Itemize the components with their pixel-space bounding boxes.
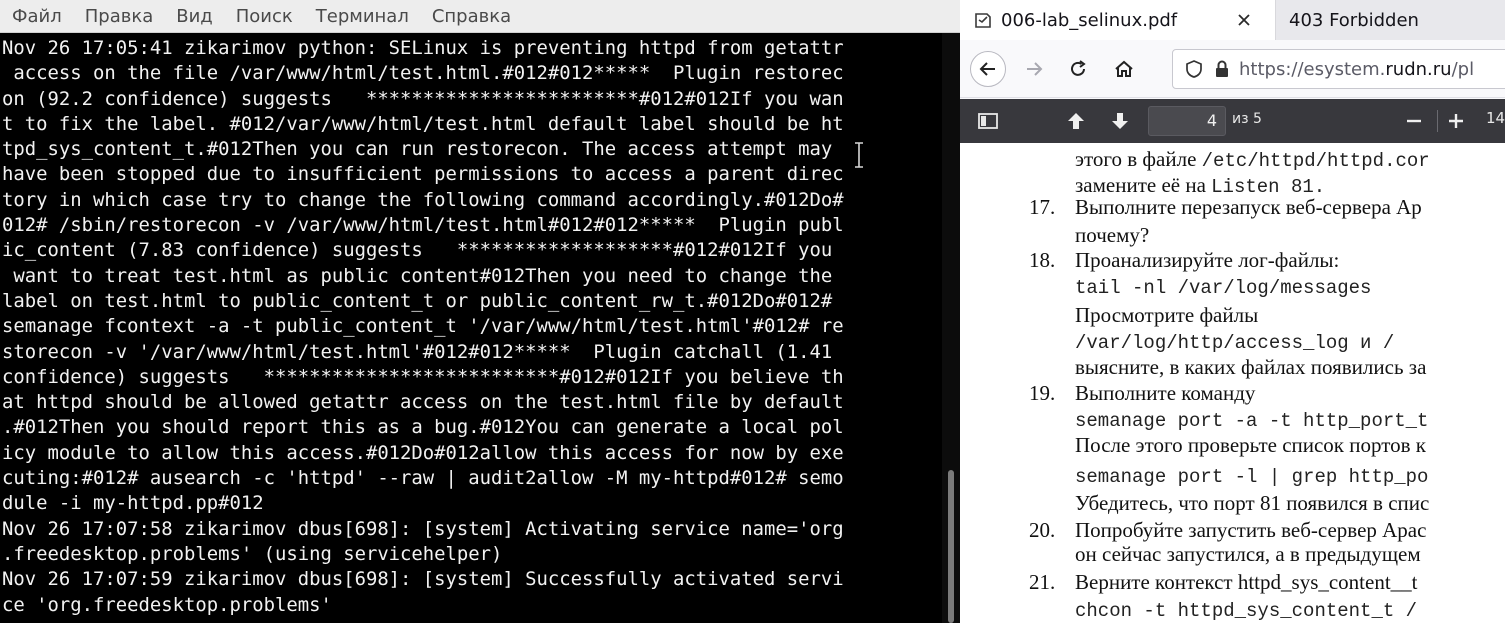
pdf-code-line: /var/log/http/access_log и / bbox=[1075, 332, 1395, 354]
terminal-line: on (92.2 confidence) suggests **********… bbox=[2, 87, 844, 110]
url-text: https://esystem.rudn.ru/pl bbox=[1239, 58, 1475, 80]
pdf-code-line: chcon -t httpd_sys_content_t / bbox=[1075, 600, 1418, 622]
reload-icon bbox=[1071, 60, 1086, 76]
pdf-text-line: Попробуйте запустить веб-сервер Арас bbox=[1075, 518, 1427, 542]
terminal-line: Nov 26 17:07:59 zikarimov dbus[698]: [sy… bbox=[2, 568, 844, 591]
menu-view[interactable]: Вид bbox=[176, 6, 213, 27]
minus-icon bbox=[1407, 119, 1421, 123]
sidebar-icon bbox=[978, 113, 998, 129]
page-count: из 5 bbox=[1232, 111, 1262, 127]
home-button[interactable] bbox=[1106, 51, 1142, 87]
terminal-window: Файл Правка Вид Поиск Терминал Справка N… bbox=[0, 0, 960, 623]
terminal-lines: Nov 26 17:05:41 zikarimov python: SELinu… bbox=[2, 36, 942, 618]
pdf-list-number: 18. bbox=[1029, 248, 1056, 272]
pdf-list-number: 19. bbox=[1029, 381, 1056, 405]
back-button[interactable] bbox=[970, 51, 1006, 87]
pdf-list-number: 21. bbox=[1029, 570, 1056, 594]
forward-button[interactable] bbox=[1016, 51, 1052, 87]
terminal-line: want to treat test.html as public conten… bbox=[2, 264, 833, 287]
terminal-line: dule -i my-httpd.pp#012 bbox=[2, 492, 264, 515]
pdf-toolbar: 4 из 5 14 bbox=[960, 99, 1505, 143]
zoom-out-button[interactable] bbox=[1398, 105, 1430, 137]
terminal-line: storecon -v '/var/www/html/test.html'#01… bbox=[2, 340, 833, 363]
pdf-text-line: почему? bbox=[1075, 223, 1150, 247]
tab-403-forbidden[interactable]: 403 Forbidden bbox=[1276, 0, 1505, 40]
reload-button[interactable] bbox=[1060, 51, 1096, 87]
terminal-line: at httpd should be allowed getattr acces… bbox=[2, 391, 844, 414]
pdf-text-line: Выполните команду bbox=[1075, 381, 1256, 405]
pdf-code-line: tail -nl /var/log/messages bbox=[1075, 277, 1372, 299]
browser-window: 006-lab_selinux.pdf 403 Forbidden https:… bbox=[960, 0, 1505, 623]
terminal-line: .freedesktop.problems' (using servicehel… bbox=[2, 542, 503, 565]
terminal-menubar: Файл Правка Вид Поиск Терминал Справка bbox=[0, 0, 960, 33]
terminal-line: cuting:#012# ausearch -c 'httpd' --raw |… bbox=[2, 467, 844, 490]
terminal-line: have been stopped due to insufficient pe… bbox=[2, 163, 844, 186]
home-icon bbox=[1115, 60, 1133, 77]
pdf-text-line: После этого проверьте список портов к bbox=[1075, 433, 1426, 457]
terminal-line: Nov 26 17:05:41 zikarimov python: SELinu… bbox=[2, 37, 844, 59]
tab-title: 403 Forbidden bbox=[1289, 9, 1419, 31]
terminal-line: .#012Then you should report this as a bu… bbox=[2, 416, 844, 439]
menu-help[interactable]: Справка bbox=[432, 6, 511, 27]
terminal-scrollbar-thumb[interactable] bbox=[948, 470, 954, 623]
terminal-line: tory in which case try to change the fol… bbox=[2, 188, 844, 211]
arrow-up-icon bbox=[1068, 113, 1084, 129]
plus-icon bbox=[1449, 114, 1463, 128]
previous-page-button[interactable] bbox=[1060, 105, 1092, 137]
terminal-line: access on the file /var/www/html/test.ht… bbox=[2, 62, 844, 85]
menu-file[interactable]: Файл bbox=[12, 6, 62, 27]
pdf-text-line: этого в файле /etc/httpd/httpd.cor bbox=[1075, 147, 1430, 172]
zoom-in-button[interactable] bbox=[1440, 105, 1472, 137]
page-number-input[interactable]: 4 bbox=[1148, 106, 1226, 136]
pdf-list-number: 17. bbox=[1029, 195, 1056, 219]
document-icon bbox=[973, 10, 993, 30]
pdf-page: этого в файле /etc/httpd/httpd.cor замени… bbox=[960, 143, 1505, 623]
terminal-output[interactable]: Nov 26 17:05:41 zikarimov python: SELinu… bbox=[2, 36, 942, 623]
pdf-text-line: Проанализируйте лог-файлы: bbox=[1075, 248, 1340, 272]
terminal-line: label on test.html to public_content_t o… bbox=[2, 289, 833, 312]
terminal-line: tpd_sys_content_t.#012Then you can run r… bbox=[2, 138, 844, 161]
terminal-line: icy module to allow this access.#012Do#0… bbox=[2, 441, 844, 464]
pdf-code-line: semanage port -a -t http_port_t bbox=[1075, 410, 1429, 432]
i-beam-cursor-icon bbox=[855, 142, 863, 168]
pdf-text-line: Просмотрите файлы bbox=[1075, 303, 1259, 327]
terminal-line: ce 'org.freedesktop.problems' bbox=[2, 593, 332, 616]
pdf-text-line: он сейчас запустился, а в предыдущем bbox=[1075, 542, 1421, 566]
pdf-text-line: выясните, в каких файлах появились за bbox=[1075, 355, 1427, 379]
arrow-left-icon bbox=[979, 62, 995, 76]
terminal-line: semanage fcontext -a -t public_content_t… bbox=[2, 315, 844, 338]
terminal-line: t to fix the label. #012/var/www/html/te… bbox=[2, 112, 844, 135]
close-icon[interactable] bbox=[1233, 9, 1255, 31]
terminal-line: ic_content (7.83 confidence) suggests **… bbox=[2, 239, 833, 262]
menu-edit[interactable]: Правка bbox=[85, 6, 154, 27]
pdf-code-line: semanage port -l | grep http_po bbox=[1075, 466, 1429, 488]
tab-pdf[interactable]: 006-lab_selinux.pdf bbox=[960, 0, 1276, 40]
pdf-viewer[interactable]: этого в файле /etc/httpd/httpd.cor замени… bbox=[960, 143, 1505, 623]
terminal-line: Nov 26 17:07:58 zikarimov dbus[698]: [sy… bbox=[2, 517, 844, 540]
next-page-button[interactable] bbox=[1104, 105, 1136, 137]
arrow-down-icon bbox=[1112, 113, 1128, 129]
pdf-text-line: Верните контекст httpd_sys_content__t bbox=[1075, 570, 1418, 594]
terminal-line: confidence) suggests *******************… bbox=[2, 365, 844, 388]
zoom-select[interactable]: 14 bbox=[1486, 109, 1505, 127]
shield-icon[interactable] bbox=[1183, 58, 1205, 80]
sidebar-toggle-button[interactable] bbox=[972, 105, 1004, 137]
arrow-right-icon bbox=[1027, 62, 1043, 76]
url-bar[interactable]: https://esystem.rudn.ru/pl bbox=[1172, 49, 1505, 89]
menu-terminal[interactable]: Терминал bbox=[316, 6, 409, 27]
terminal-line: 012# /sbin/restorecon -v /var/www/html/t… bbox=[2, 214, 844, 237]
lock-icon[interactable] bbox=[1213, 58, 1231, 80]
navigation-bar: https://esystem.rudn.ru/pl bbox=[960, 40, 1505, 98]
tab-title: 006-lab_selinux.pdf bbox=[1001, 9, 1178, 31]
tab-strip: 006-lab_selinux.pdf 403 Forbidden bbox=[960, 0, 1505, 40]
menu-search[interactable]: Поиск bbox=[236, 6, 293, 27]
pdf-text-line: Убедитесь, что порт 81 появился в спис bbox=[1075, 491, 1430, 515]
pdf-text-line: Выполните перезапуск веб-сервера Ар bbox=[1075, 195, 1422, 219]
toolbar-divider bbox=[1437, 110, 1438, 132]
pdf-list-number: 20. bbox=[1029, 518, 1056, 542]
